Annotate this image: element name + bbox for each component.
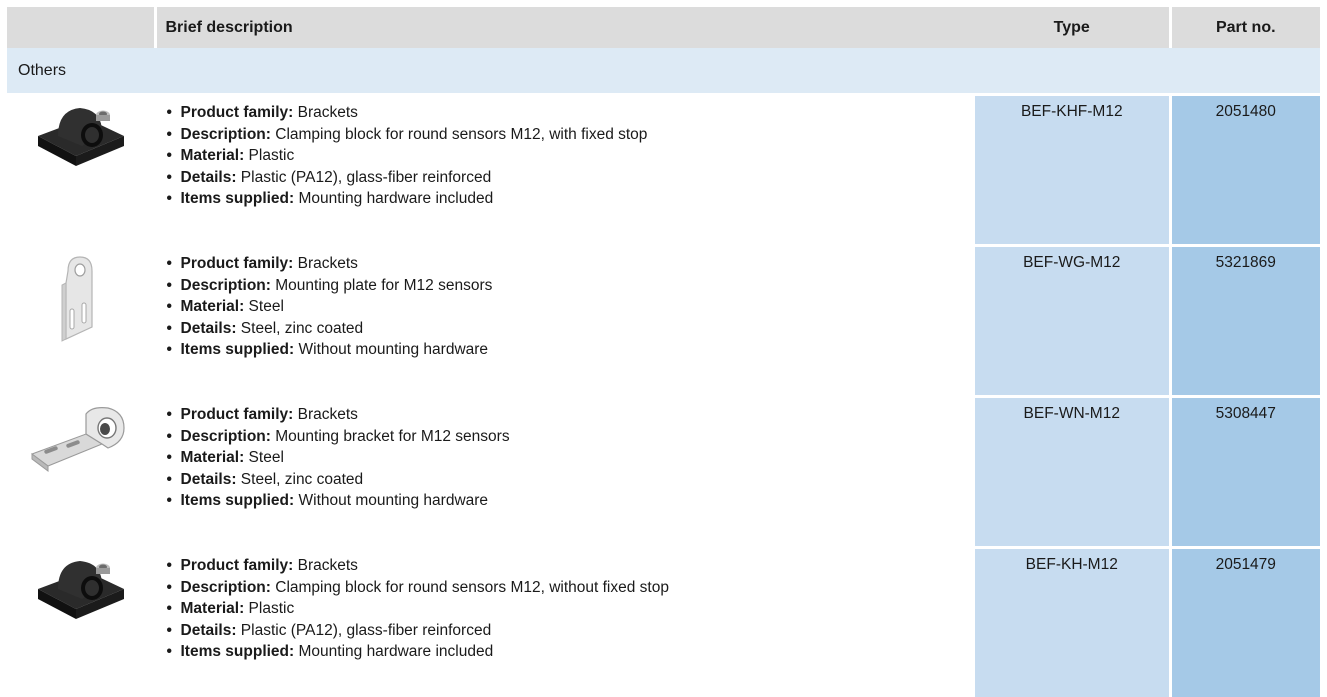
spec-label: Details: <box>181 320 237 337</box>
spec-value: Steel, zinc coated <box>237 320 364 337</box>
spec-label: Material: <box>181 147 245 164</box>
spec-value: Plastic <box>244 600 294 617</box>
list-item: Details: Plastic (PA12), glass-fiber rei… <box>167 620 976 642</box>
spec-label: Items supplied: <box>181 643 295 660</box>
list-item: Items supplied: Mounting hardware includ… <box>167 641 976 663</box>
spec-value: Without mounting hardware <box>294 341 488 358</box>
list-item: Details: Steel, zinc coated <box>167 469 976 491</box>
spec-value: Brackets <box>293 557 358 574</box>
list-item: Material: Plastic <box>167 598 976 620</box>
spec-list: Product family: Brackets Description: Mo… <box>167 253 976 361</box>
list-item: Description: Clamping block for round se… <box>167 124 976 146</box>
spec-value: Clamping block for round sensors M12, wi… <box>271 579 669 596</box>
product-image-cell <box>7 548 155 697</box>
list-item: Product family: Brackets <box>167 555 976 577</box>
spec-value: Steel, zinc coated <box>237 471 364 488</box>
spec-label: Material: <box>181 298 245 315</box>
spec-label: Product family: <box>181 255 294 272</box>
list-item: Material: Plastic <box>167 145 976 167</box>
list-item: Description: Clamping block for round se… <box>167 577 976 599</box>
mounting-bracket-image <box>28 404 132 484</box>
spec-value: Mounting bracket for M12 sensors <box>271 428 510 445</box>
product-image-cell <box>7 95 155 246</box>
spec-label: Items supplied: <box>181 190 295 207</box>
description-cell: Product family: Brackets Description: Cl… <box>155 95 975 246</box>
list-item: Material: Steel <box>167 447 976 469</box>
table-row: Product family: Brackets Description: Cl… <box>7 95 1320 246</box>
list-item: Product family: Brackets <box>167 253 976 275</box>
spec-value: Without mounting hardware <box>294 492 488 509</box>
type-cell: BEF-WG-M12 <box>975 246 1170 397</box>
type-cell: BEF-KHF-M12 <box>975 95 1170 246</box>
spec-value: Brackets <box>293 406 358 423</box>
spec-value: Mounting hardware included <box>294 643 493 660</box>
spec-value: Steel <box>244 449 284 466</box>
list-item: Details: Steel, zinc coated <box>167 318 976 340</box>
group-label: Others <box>7 48 1320 95</box>
part-no-cell: 2051479 <box>1170 548 1320 697</box>
product-image-cell <box>7 246 155 397</box>
table-row: Product family: Brackets Description: Mo… <box>7 246 1320 397</box>
list-item: Details: Plastic (PA12), glass-fiber rei… <box>167 167 976 189</box>
spec-label: Description: <box>181 428 271 445</box>
spec-value: Plastic (PA12), glass-fiber reinforced <box>237 169 492 186</box>
spec-label: Items supplied: <box>181 341 295 358</box>
spec-list: Product family: Brackets Description: Mo… <box>167 404 976 512</box>
header-part-no: Part no. <box>1170 7 1320 48</box>
part-no-cell: 2051480 <box>1170 95 1320 246</box>
header-image-cell <box>7 7 155 48</box>
list-item: Items supplied: Without mounting hardwar… <box>167 490 976 512</box>
spec-label: Details: <box>181 169 237 186</box>
header-brief-description: Brief description <box>155 7 975 48</box>
clamping-block-image <box>30 555 130 623</box>
description-cell: Product family: Brackets Description: Mo… <box>155 246 975 397</box>
header-type: Type <box>975 7 1170 48</box>
clamping-block-image <box>30 102 130 170</box>
spec-label: Material: <box>181 600 245 617</box>
spec-label: Product family: <box>181 406 294 423</box>
spec-label: Details: <box>181 471 237 488</box>
spec-value: Mounting plate for M12 sensors <box>271 277 492 294</box>
spec-list: Product family: Brackets Description: Cl… <box>167 555 976 663</box>
list-item: Material: Steel <box>167 296 976 318</box>
accessories-table: Brief description Type Part no. Others <box>7 7 1320 697</box>
description-cell: Product family: Brackets Description: Cl… <box>155 548 975 697</box>
spec-value: Steel <box>244 298 284 315</box>
spec-list: Product family: Brackets Description: Cl… <box>167 102 976 210</box>
product-image-cell <box>7 397 155 548</box>
list-item: Description: Mounting plate for M12 sens… <box>167 275 976 297</box>
list-item: Product family: Brackets <box>167 102 976 124</box>
group-row: Others <box>7 48 1320 95</box>
list-item: Product family: Brackets <box>167 404 976 426</box>
spec-label: Product family: <box>181 557 294 574</box>
spec-value: Clamping block for round sensors M12, wi… <box>271 126 647 143</box>
mounting-plate-image <box>50 253 110 349</box>
part-no-cell: 5321869 <box>1170 246 1320 397</box>
table-row: Product family: Brackets Description: Mo… <box>7 397 1320 548</box>
spec-value: Plastic (PA12), glass-fiber reinforced <box>237 622 492 639</box>
list-item: Description: Mounting bracket for M12 se… <box>167 426 976 448</box>
spec-value: Brackets <box>293 104 358 121</box>
type-cell: BEF-KH-M12 <box>975 548 1170 697</box>
list-item: Items supplied: Mounting hardware includ… <box>167 188 976 210</box>
table-row: Product family: Brackets Description: Cl… <box>7 548 1320 697</box>
list-item: Items supplied: Without mounting hardwar… <box>167 339 976 361</box>
spec-label: Description: <box>181 277 271 294</box>
spec-label: Material: <box>181 449 245 466</box>
description-cell: Product family: Brackets Description: Mo… <box>155 397 975 548</box>
spec-label: Items supplied: <box>181 492 295 509</box>
spec-label: Description: <box>181 126 271 143</box>
spec-value: Mounting hardware included <box>294 190 493 207</box>
spec-label: Description: <box>181 579 271 596</box>
spec-label: Details: <box>181 622 237 639</box>
part-no-cell: 5308447 <box>1170 397 1320 548</box>
spec-value: Brackets <box>293 255 358 272</box>
table-header-row: Brief description Type Part no. <box>7 7 1320 48</box>
type-cell: BEF-WN-M12 <box>975 397 1170 548</box>
spec-label: Product family: <box>181 104 294 121</box>
spec-value: Plastic <box>244 147 294 164</box>
